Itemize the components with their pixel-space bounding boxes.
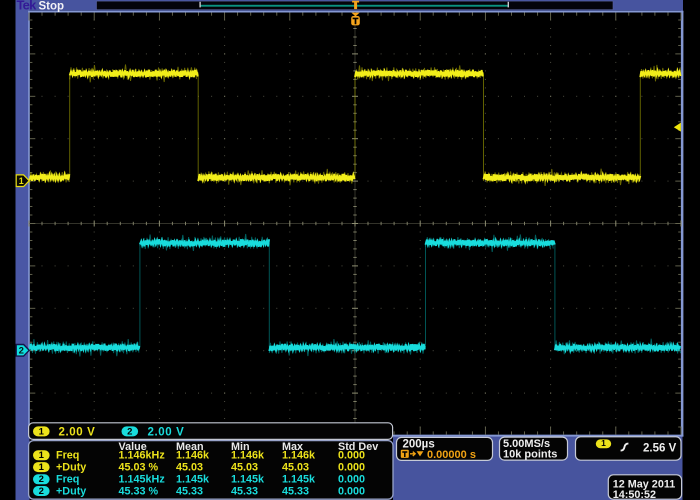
svg-text:2: 2 bbox=[39, 474, 44, 485]
svg-text:1.145k: 1.145k bbox=[282, 474, 316, 486]
svg-text:10k points: 10k points bbox=[503, 449, 557, 461]
svg-text:1.145k: 1.145k bbox=[176, 474, 210, 486]
svg-text:45.03 %: 45.03 % bbox=[119, 461, 159, 473]
svg-text:1.146k: 1.146k bbox=[282, 450, 316, 462]
svg-text:45.33: 45.33 bbox=[282, 485, 309, 497]
svg-text:1: 1 bbox=[19, 176, 24, 186]
svg-text:45.33 %: 45.33 % bbox=[119, 485, 159, 497]
svg-text:1: 1 bbox=[39, 462, 45, 473]
svg-text:14:50:52: 14:50:52 bbox=[613, 489, 656, 500]
svg-text:Freq: Freq bbox=[56, 474, 79, 486]
svg-text:0.00000 s: 0.00000 s bbox=[427, 449, 476, 461]
svg-text:45.33: 45.33 bbox=[176, 485, 203, 497]
svg-text:1.146kHz: 1.146kHz bbox=[119, 450, 166, 462]
svg-text:45.33: 45.33 bbox=[231, 485, 258, 497]
svg-text:+Duty: +Duty bbox=[56, 461, 86, 473]
svg-text:Freq: Freq bbox=[56, 450, 79, 462]
svg-text:+Duty: +Duty bbox=[56, 485, 86, 497]
svg-text:2: 2 bbox=[19, 346, 24, 357]
svg-text:Stop: Stop bbox=[39, 0, 65, 12]
svg-text:2.00 V: 2.00 V bbox=[59, 426, 96, 438]
svg-text:1.146k: 1.146k bbox=[231, 450, 265, 462]
svg-text:45.03: 45.03 bbox=[176, 461, 203, 473]
svg-text:0.000: 0.000 bbox=[338, 485, 365, 497]
svg-text:1.146k: 1.146k bbox=[176, 450, 210, 462]
svg-text:1: 1 bbox=[39, 426, 45, 437]
svg-text:45.03: 45.03 bbox=[282, 461, 309, 473]
svg-text:45.03: 45.03 bbox=[231, 461, 258, 473]
svg-text:2: 2 bbox=[39, 486, 44, 497]
svg-text:1: 1 bbox=[601, 438, 606, 448]
svg-text:2: 2 bbox=[127, 426, 132, 437]
svg-text:Tek: Tek bbox=[17, 0, 38, 13]
svg-text:1.145k: 1.145k bbox=[231, 474, 265, 486]
svg-text:1: 1 bbox=[39, 450, 45, 461]
svg-text:0.000: 0.000 bbox=[338, 461, 365, 473]
svg-text:1.145kHz: 1.145kHz bbox=[119, 474, 166, 486]
svg-text:0.000: 0.000 bbox=[338, 450, 365, 462]
svg-text:2.56 V: 2.56 V bbox=[643, 442, 677, 454]
svg-text:0.000: 0.000 bbox=[338, 474, 365, 486]
svg-text:2.00 V: 2.00 V bbox=[148, 426, 185, 438]
